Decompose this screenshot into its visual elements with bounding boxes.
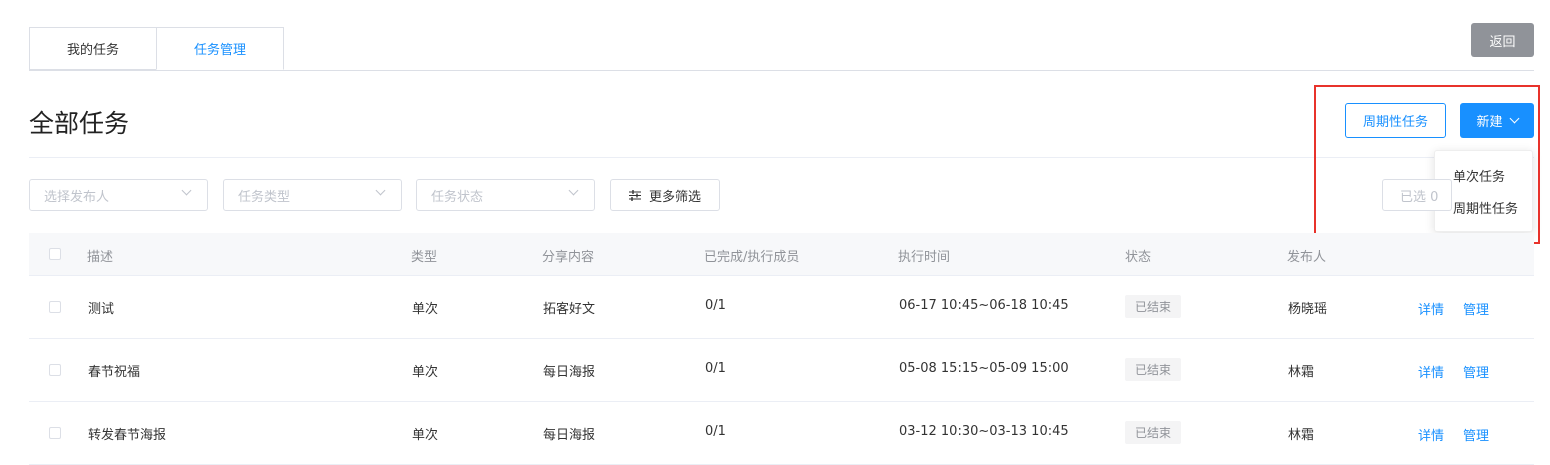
selected-count-button[interactable]: 已选 0 [1382, 179, 1452, 211]
task-type-select-placeholder: 任务类型 [238, 189, 291, 205]
manage-link[interactable]: 管理 [1463, 425, 1489, 444]
publisher-select-placeholder: 选择发布人 [44, 189, 110, 205]
tab-task-management[interactable]: 任务管理 [156, 27, 284, 70]
cell-execution-time: 05-08 15:15~05-09 15:00 [899, 361, 1069, 376]
row-checkbox[interactable] [49, 301, 61, 313]
selected-count-label: 已选 0 [1400, 189, 1439, 205]
tab-label: 我的任务 [66, 43, 119, 58]
highlight-box [1314, 85, 1540, 244]
title-divider [29, 157, 1534, 158]
more-filters-label: 更多筛选 [648, 189, 701, 205]
cell-progress: 0/1 [705, 298, 726, 313]
table-header: 描述 类型 分享内容 已完成/执行成员 执行时间 状态 发布人 [29, 233, 1534, 275]
cell-description: 转发春节海报 [88, 428, 167, 443]
tab-label: 任务管理 [193, 43, 246, 58]
cell-share-content: 每日海报 [543, 428, 596, 443]
cell-type: 单次 [412, 428, 439, 443]
status-badge: 已结束 [1125, 295, 1181, 318]
publisher-select[interactable]: 选择发布人 [29, 179, 208, 211]
cell-description: 春节祝福 [88, 365, 141, 380]
detail-link[interactable]: 详情 [1418, 425, 1444, 444]
cell-progress: 0/1 [705, 424, 726, 439]
detail-link[interactable]: 详情 [1418, 299, 1444, 318]
header-status: 状态 [1125, 250, 1152, 265]
cell-type: 单次 [412, 302, 439, 317]
chevron-down-icon [181, 185, 192, 196]
chevron-down-icon [568, 185, 579, 196]
row-checkbox[interactable] [49, 364, 61, 376]
cell-execution-time: 03-12 10:30~03-13 10:45 [899, 424, 1069, 439]
row-checkbox[interactable] [49, 427, 61, 439]
manage-link[interactable]: 管理 [1463, 362, 1489, 381]
header-type: 类型 [411, 250, 438, 265]
task-status-select[interactable]: 任务状态 [416, 179, 595, 211]
filter-icon [628, 189, 641, 201]
select-all-checkbox[interactable] [49, 248, 61, 260]
cell-publisher: 林霜 [1288, 428, 1315, 443]
cell-execution-time: 06-17 10:45~06-18 10:45 [899, 298, 1069, 313]
cell-type: 单次 [412, 365, 439, 380]
tab-my-tasks[interactable]: 我的任务 [29, 27, 157, 70]
cell-share-content: 每日海报 [543, 365, 596, 380]
header-share-content: 分享内容 [542, 250, 595, 265]
back-button-label: 返回 [1489, 34, 1516, 50]
header-description: 描述 [87, 250, 114, 265]
cell-publisher: 林霜 [1288, 365, 1315, 380]
status-badge: 已结束 [1125, 421, 1181, 444]
cell-publisher: 杨晓瑶 [1288, 302, 1328, 317]
header-progress: 已完成/执行成员 [704, 250, 800, 265]
page-title: 全部任务 [29, 109, 130, 138]
row-divider [29, 275, 1534, 276]
task-type-select[interactable]: 任务类型 [223, 179, 402, 211]
detail-link[interactable]: 详情 [1418, 362, 1444, 381]
cell-progress: 0/1 [705, 361, 726, 376]
row-divider [29, 401, 1534, 402]
row-divider [29, 338, 1534, 339]
tab-divider [29, 70, 1534, 71]
cell-description: 测试 [88, 302, 115, 317]
more-filters-button[interactable]: 更多筛选 [610, 179, 720, 211]
cell-share-content: 拓客好文 [543, 302, 596, 317]
manage-link[interactable]: 管理 [1463, 299, 1489, 318]
back-button[interactable]: 返回 [1471, 23, 1534, 57]
task-status-select-placeholder: 任务状态 [431, 189, 484, 205]
header-publisher: 发布人 [1287, 250, 1327, 265]
status-badge: 已结束 [1125, 358, 1181, 381]
chevron-down-icon [375, 185, 386, 196]
header-execution-time: 执行时间 [898, 250, 951, 265]
